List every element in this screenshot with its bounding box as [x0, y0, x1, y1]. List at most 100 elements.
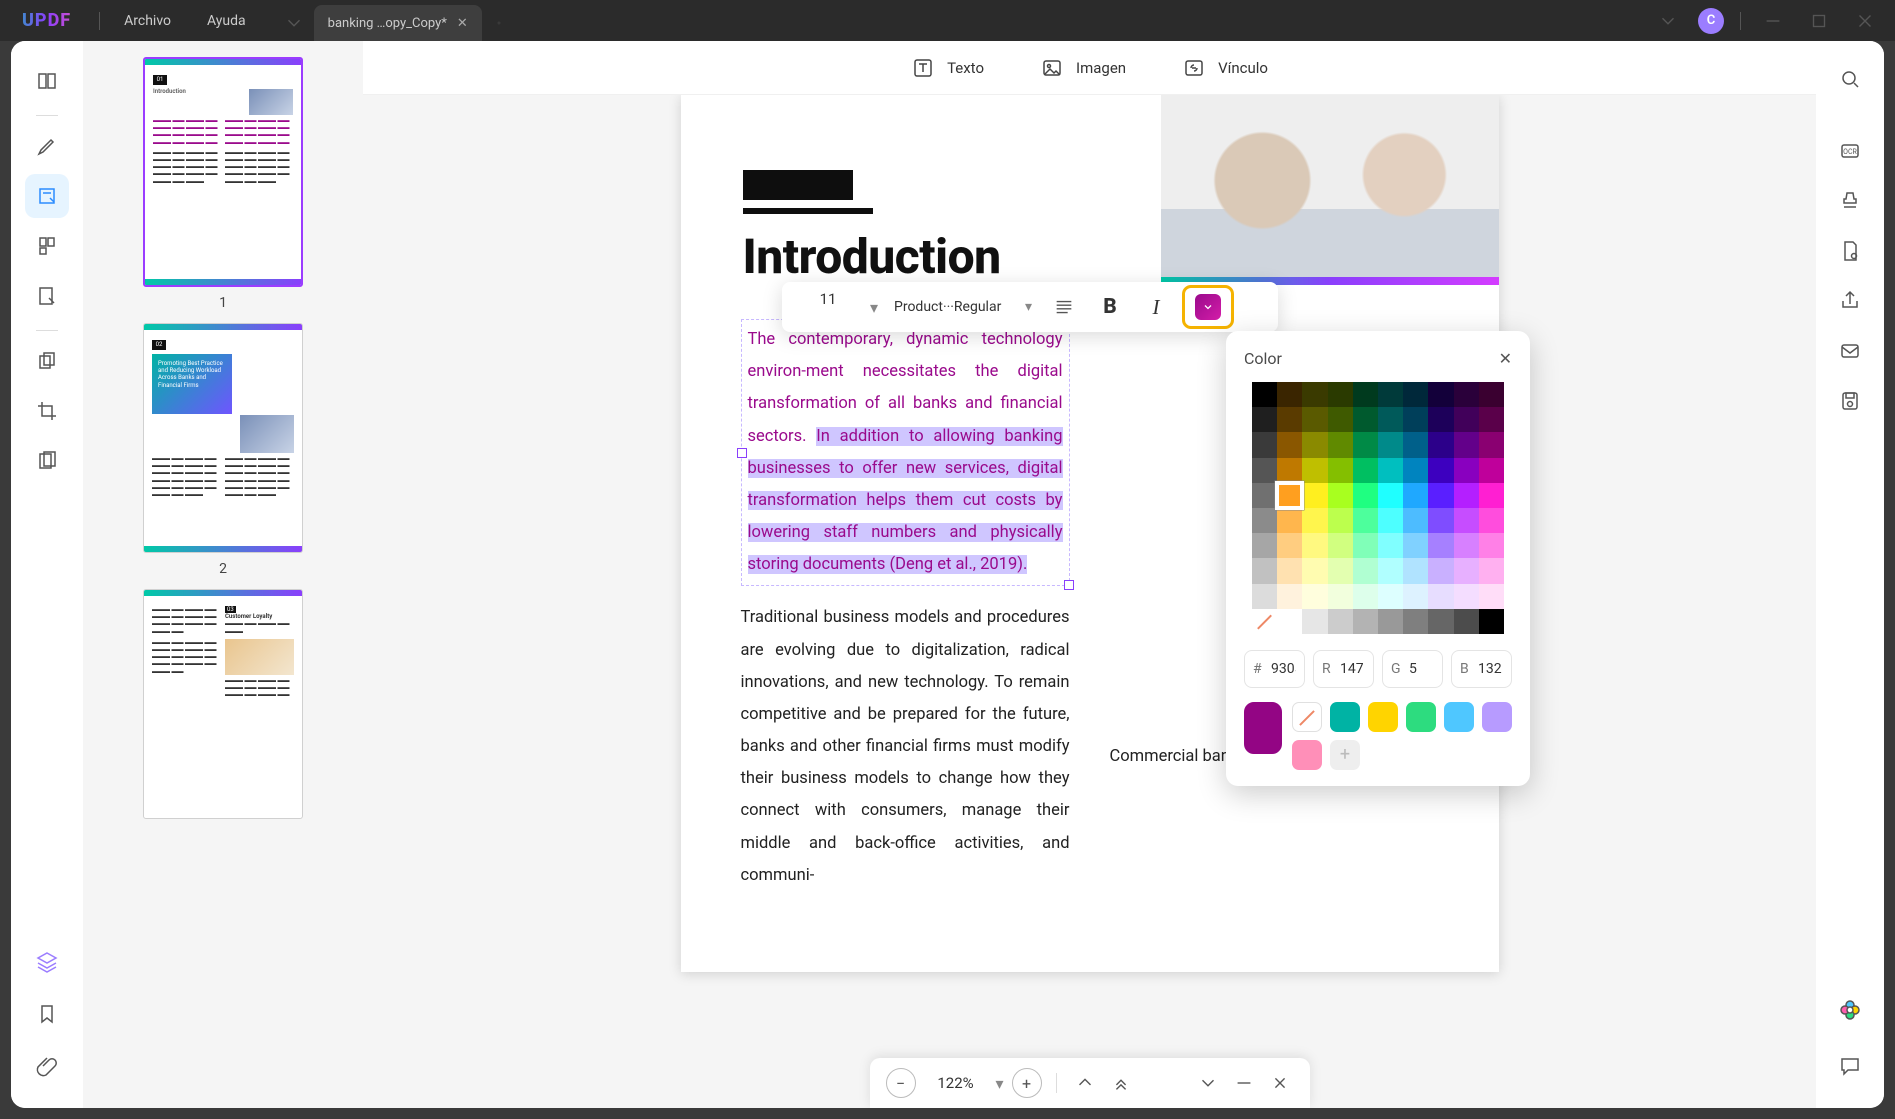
color-cell[interactable]	[1454, 533, 1479, 558]
color-cell[interactable]	[1277, 382, 1302, 407]
text-edit-selection[interactable]: The contemporary, dynamic technology env…	[741, 319, 1070, 586]
tool-highlight[interactable]	[25, 124, 69, 168]
color-cell[interactable]	[1302, 584, 1327, 609]
prev-page-button[interactable]	[1194, 1069, 1222, 1097]
color-cell[interactable]	[1353, 609, 1378, 634]
bold-button[interactable]: B	[1090, 289, 1130, 325]
color-cell[interactable]	[1428, 533, 1453, 558]
menu-help[interactable]: Ayuda	[189, 13, 264, 29]
color-cell[interactable]	[1479, 584, 1504, 609]
color-cell[interactable]	[1252, 508, 1277, 533]
color-cell[interactable]	[1277, 609, 1302, 634]
swatch[interactable]	[1330, 702, 1360, 732]
r-input[interactable]	[1340, 661, 1365, 677]
color-cell[interactable]	[1252, 458, 1277, 483]
thumbnail-page-3[interactable]: ▬▬▬ ▬▬ ▬▬▬ ▬▬ ▬▬▬ ▬▬ ▬▬▬ ▬▬ ▬▬▬ ▬▬ ▬▬▬ ▬…	[143, 589, 303, 819]
color-cell[interactable]	[1277, 584, 1302, 609]
color-cell[interactable]	[1428, 432, 1453, 457]
color-cell[interactable]	[1277, 407, 1302, 432]
menu-file[interactable]: Archivo	[106, 13, 189, 29]
zoom-value[interactable]: 122%	[924, 1074, 988, 1092]
color-cell[interactable]	[1302, 407, 1327, 432]
color-cell[interactable]	[1252, 432, 1277, 457]
color-cell[interactable]	[1277, 558, 1302, 583]
color-cell[interactable]	[1454, 432, 1479, 457]
color-cell[interactable]	[1277, 432, 1302, 457]
color-cell[interactable]	[1302, 558, 1327, 583]
thumbnail-page-1[interactable]: 01 Introduction ▬▬▬ ▬▬ ▬▬▬ ▬▬ ▬▬▬ ▬▬ ▬▬▬…	[143, 57, 303, 311]
color-cell[interactable]	[1378, 483, 1403, 508]
b-input[interactable]	[1478, 661, 1503, 677]
color-cell[interactable]	[1328, 407, 1353, 432]
color-cell[interactable]	[1328, 483, 1353, 508]
tool-protect[interactable]	[25, 439, 69, 483]
color-cell[interactable]	[1252, 407, 1277, 432]
share-button[interactable]	[1828, 279, 1872, 323]
zoom-in-button[interactable]: +	[1012, 1068, 1042, 1098]
color-cell[interactable]	[1454, 609, 1479, 634]
swatch[interactable]	[1482, 702, 1512, 732]
watermark-button[interactable]	[1828, 179, 1872, 223]
color-cell[interactable]	[1277, 508, 1302, 533]
color-cell[interactable]	[1403, 407, 1428, 432]
color-cell[interactable]	[1302, 432, 1327, 457]
tool-fill-sign[interactable]	[25, 274, 69, 318]
color-cell[interactable]	[1378, 508, 1403, 533]
color-cell[interactable]	[1403, 609, 1428, 634]
swatch[interactable]	[1292, 702, 1322, 732]
color-cell[interactable]	[1353, 432, 1378, 457]
page-nav-button[interactable]	[1230, 1069, 1258, 1097]
swatch[interactable]	[1406, 702, 1436, 732]
color-cell[interactable]	[1328, 584, 1353, 609]
color-cell[interactable]	[1378, 458, 1403, 483]
fit-width-button[interactable]	[1071, 1069, 1099, 1097]
color-cell[interactable]	[1428, 458, 1453, 483]
color-cell[interactable]	[1403, 558, 1428, 583]
window-close[interactable]	[1845, 1, 1885, 41]
color-cell[interactable]	[1454, 382, 1479, 407]
g-input[interactable]	[1409, 661, 1434, 677]
color-cell[interactable]	[1479, 558, 1504, 583]
color-cell[interactable]	[1252, 584, 1277, 609]
color-cell[interactable]	[1302, 458, 1327, 483]
color-cell[interactable]	[1252, 609, 1277, 634]
color-cell[interactable]	[1378, 432, 1403, 457]
thumbnail-page-2[interactable]: 02 Promoting Best Practice and Reducing …	[143, 323, 303, 577]
color-cell[interactable]	[1454, 584, 1479, 609]
chevron-down-button[interactable]	[1648, 1, 1688, 41]
color-cell[interactable]	[1428, 483, 1453, 508]
swatch[interactable]	[1444, 702, 1474, 732]
search-button[interactable]	[1828, 57, 1872, 101]
align-button[interactable]	[1044, 289, 1084, 325]
color-cell[interactable]	[1454, 508, 1479, 533]
color-cell[interactable]	[1252, 483, 1277, 508]
color-cell[interactable]	[1353, 508, 1378, 533]
color-cell[interactable]	[1328, 558, 1353, 583]
color-cell[interactable]	[1378, 609, 1403, 634]
color-cell[interactable]	[1302, 609, 1327, 634]
user-avatar[interactable]: C	[1698, 8, 1724, 34]
color-cell[interactable]	[1328, 533, 1353, 558]
color-cell[interactable]	[1428, 609, 1453, 634]
color-cell[interactable]	[1353, 382, 1378, 407]
next-page-button[interactable]	[1266, 1069, 1294, 1097]
color-cell[interactable]	[1403, 584, 1428, 609]
color-cell[interactable]	[1353, 458, 1378, 483]
font-size-dropdown[interactable]: ▾	[870, 298, 882, 317]
color-cell[interactable]	[1454, 558, 1479, 583]
color-matrix[interactable]	[1252, 382, 1504, 634]
color-cell[interactable]	[1479, 458, 1504, 483]
tab-home[interactable]	[274, 5, 314, 41]
chevron-down-icon[interactable]: ▾	[996, 1074, 1004, 1093]
switch-text[interactable]: Texto	[911, 56, 984, 80]
color-cell[interactable]	[1353, 533, 1378, 558]
color-cell[interactable]	[1328, 508, 1353, 533]
color-cell[interactable]	[1378, 533, 1403, 558]
ai-assistant-button[interactable]	[1828, 988, 1872, 1032]
email-button[interactable]	[1828, 329, 1872, 373]
color-cell[interactable]	[1302, 508, 1327, 533]
color-cell[interactable]	[1252, 533, 1277, 558]
color-cell[interactable]	[1252, 558, 1277, 583]
color-cell[interactable]	[1403, 483, 1428, 508]
hex-input[interactable]	[1271, 661, 1296, 677]
